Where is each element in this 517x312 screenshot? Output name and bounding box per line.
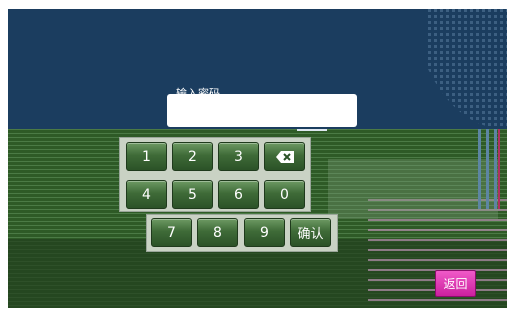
key-2[interactable]: 2: [172, 142, 213, 171]
key-0[interactable]: 0: [264, 180, 305, 209]
key-4[interactable]: 4: [126, 180, 167, 209]
key-3[interactable]: 3: [218, 142, 259, 171]
key-6-label: 6: [234, 186, 243, 203]
key-7[interactable]: 7: [151, 218, 192, 247]
key-1-label: 1: [142, 148, 151, 165]
key-8-label: 8: [213, 224, 222, 241]
back-button[interactable]: 返回: [435, 270, 476, 297]
key-8[interactable]: 8: [197, 218, 238, 247]
back-button-label: 返回: [443, 277, 468, 291]
backspace-icon: [275, 150, 294, 163]
key-2-label: 2: [188, 148, 197, 165]
key-6[interactable]: 6: [218, 180, 259, 209]
key-3-label: 3: [234, 148, 243, 165]
key-9-label: 9: [260, 224, 269, 241]
key-5-label: 5: [188, 186, 197, 203]
key-7-label: 7: [167, 224, 176, 241]
confirm-label: 确认: [297, 227, 324, 242]
key-9[interactable]: 9: [244, 218, 285, 247]
key-0-label: 0: [280, 186, 289, 203]
backspace-key[interactable]: [264, 142, 305, 171]
key-1[interactable]: 1: [126, 142, 167, 171]
key-4-label: 4: [142, 186, 151, 203]
confirm-button[interactable]: 确认: [290, 218, 331, 247]
password-input[interactable]: [167, 94, 357, 127]
key-5[interactable]: 5: [172, 180, 213, 209]
